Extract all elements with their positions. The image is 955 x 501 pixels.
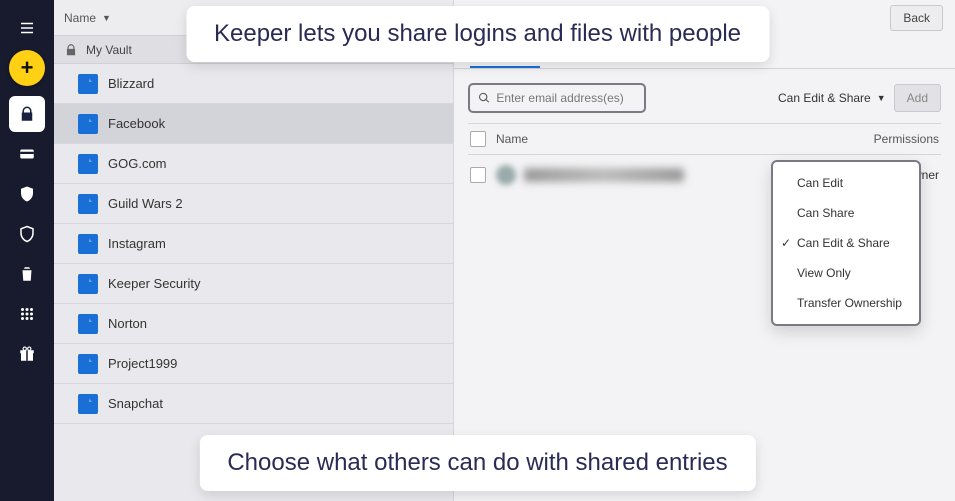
permission-option[interactable]: Can Edit & Share	[773, 228, 919, 258]
record-name: Facebook	[108, 116, 165, 131]
col-name-header: Name	[496, 132, 839, 146]
share-input-row: Can Edit & Share ▼ Add	[454, 69, 955, 123]
nav-trash-icon[interactable]	[9, 256, 45, 292]
file-icon	[78, 234, 98, 254]
share-table-header: Name Permissions	[454, 124, 955, 154]
col-permissions-header: Permissions	[839, 132, 939, 146]
record-name: Snapchat	[108, 396, 163, 411]
select-all-checkbox[interactable]	[470, 131, 486, 147]
record-name: Keeper Security	[108, 276, 201, 291]
permission-selected-label: Can Edit & Share	[778, 91, 871, 105]
add-share-button[interactable]: Add	[894, 84, 941, 112]
permission-option[interactable]: Transfer Ownership	[773, 288, 919, 318]
file-icon	[78, 154, 98, 174]
file-icon	[78, 194, 98, 214]
file-icon	[78, 354, 98, 374]
permission-option[interactable]: Can Share	[773, 198, 919, 228]
record-row[interactable]: Snapchat	[54, 384, 453, 424]
search-icon	[478, 91, 490, 105]
record-row[interactable]: Keeper Security	[54, 264, 453, 304]
lock-icon	[64, 43, 78, 57]
sort-caret-icon: ▼	[102, 13, 111, 23]
record-row[interactable]: Norton	[54, 304, 453, 344]
email-search-box[interactable]	[468, 83, 646, 113]
record-name: Blizzard	[108, 76, 154, 91]
row-checkbox[interactable]	[470, 167, 486, 183]
record-name: Instagram	[108, 236, 166, 251]
permission-option[interactable]: View Only	[773, 258, 919, 288]
chevron-down-icon: ▼	[877, 93, 886, 103]
record-row[interactable]: GOG.com	[54, 144, 453, 184]
vault-root-label: My Vault	[86, 43, 132, 57]
shared-user-name	[524, 168, 684, 182]
record-row[interactable]: Project1999	[54, 344, 453, 384]
email-input[interactable]	[496, 91, 636, 105]
file-icon	[78, 394, 98, 414]
app-root: + Name ▼	[0, 0, 955, 501]
nav-payments-icon[interactable]	[9, 136, 45, 172]
nav-menu-icon[interactable]	[9, 10, 45, 46]
record-row[interactable]: Facebook	[54, 104, 453, 144]
content-area: Name ▼ All Records ▼	[54, 0, 955, 501]
permission-dropdown[interactable]: Can Edit & Share ▼	[778, 91, 886, 105]
nav-breachwatch-icon[interactable]	[9, 216, 45, 252]
record-name: Norton	[108, 316, 147, 331]
annotation-top: Keeper lets you share logins and files w…	[186, 6, 769, 62]
nav-gift-icon[interactable]	[9, 336, 45, 372]
col-name-label[interactable]: Name	[64, 11, 96, 25]
annotation-bottom: Choose what others can do with shared en…	[199, 435, 755, 491]
file-icon	[78, 314, 98, 334]
detail-pane: Facebook Back Add People One-Time Share …	[454, 0, 955, 501]
record-name: Project1999	[108, 356, 177, 371]
nav-rail: +	[0, 0, 54, 501]
file-icon	[78, 74, 98, 94]
nav-vault-icon[interactable]	[9, 96, 45, 132]
permission-menu[interactable]: Can EditCan ShareCan Edit & ShareView On…	[771, 160, 921, 326]
record-row[interactable]: Blizzard	[54, 64, 453, 104]
nav-apps-icon[interactable]	[9, 296, 45, 332]
avatar	[496, 165, 516, 185]
back-button[interactable]: Back	[890, 5, 943, 31]
record-list-pane: Name ▼ All Records ▼	[54, 0, 454, 501]
record-name: GOG.com	[108, 156, 167, 171]
file-icon	[78, 274, 98, 294]
file-icon	[78, 114, 98, 134]
record-name: Guild Wars 2	[108, 196, 183, 211]
record-row[interactable]: Guild Wars 2	[54, 184, 453, 224]
nav-security-icon[interactable]	[9, 176, 45, 212]
add-record-button[interactable]: +	[9, 50, 45, 86]
permission-option[interactable]: Can Edit	[773, 168, 919, 198]
record-row[interactable]: Instagram	[54, 224, 453, 264]
